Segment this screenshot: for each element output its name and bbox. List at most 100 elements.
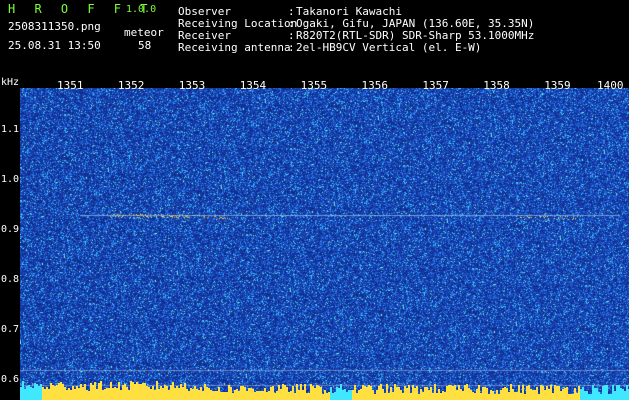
power-bar — [592, 385, 594, 400]
power-bar — [168, 390, 170, 400]
power-bar — [422, 392, 424, 400]
power-bar — [404, 386, 406, 400]
power-bar — [200, 387, 202, 400]
power-bar — [58, 383, 60, 400]
power-bar — [90, 383, 92, 400]
power-bar — [154, 390, 156, 400]
power-bar — [280, 389, 282, 400]
power-bar — [342, 390, 344, 400]
power-bar — [102, 390, 104, 400]
power-bar — [544, 390, 546, 400]
power-bar — [324, 390, 326, 400]
power-bar — [124, 384, 126, 400]
power-bar — [46, 387, 48, 400]
power-bar — [116, 388, 118, 400]
power-bar — [88, 391, 90, 400]
power-bar — [294, 393, 296, 400]
power-bar — [452, 386, 454, 400]
power-bar — [276, 391, 278, 400]
power-bar — [230, 387, 232, 400]
power-bar — [536, 387, 538, 400]
power-bar — [406, 388, 408, 400]
power-bar — [418, 394, 420, 400]
power-bar — [466, 384, 468, 400]
power-bar — [516, 392, 518, 400]
x-tick-label: 1356 — [361, 79, 389, 92]
power-bar — [472, 392, 474, 400]
power-bar — [454, 385, 456, 400]
power-bar — [98, 383, 100, 400]
power-bar — [556, 386, 558, 400]
power-bar — [502, 388, 504, 400]
power-bar — [202, 391, 204, 400]
power-bar — [548, 389, 550, 400]
power-bar — [504, 387, 506, 400]
power-bar — [118, 382, 120, 400]
power-bar — [618, 385, 620, 400]
power-bar — [462, 391, 464, 400]
power-bar — [40, 384, 42, 400]
power-bar — [52, 385, 54, 400]
spectrogram — [20, 88, 629, 400]
power-bar — [524, 394, 526, 400]
power-bar — [626, 385, 628, 400]
power-bar — [410, 393, 412, 400]
power-bar — [552, 393, 554, 400]
x-tick-label: 1358 — [483, 79, 510, 92]
x-tick-label: 1357 — [422, 79, 449, 92]
timestamp: 25.08.31 13:50 — [8, 39, 101, 52]
x-tick-label: 1400 — [597, 79, 624, 92]
power-bar — [540, 385, 542, 400]
power-bar — [292, 386, 294, 400]
power-bar — [244, 387, 246, 400]
power-bar — [566, 387, 568, 400]
power-bar — [50, 383, 52, 400]
power-bar — [64, 387, 66, 400]
power-bar — [120, 390, 122, 400]
power-bar — [122, 385, 124, 400]
power-bar — [352, 390, 354, 400]
power-bar — [478, 385, 480, 400]
power-bar — [28, 385, 30, 400]
power-bar — [484, 387, 486, 400]
power-bar — [624, 391, 626, 400]
info-value-antenna: 2el-HB9CV Vertical (el. E-W) — [296, 41, 482, 54]
power-bar — [162, 388, 164, 400]
power-bar — [72, 386, 74, 400]
meteor-label: meteor — [124, 26, 164, 39]
power-bar — [326, 393, 328, 400]
power-bar — [370, 386, 372, 400]
power-bar — [348, 390, 350, 400]
power-bar — [576, 393, 578, 400]
power-bar — [428, 390, 430, 400]
power-bar — [490, 390, 492, 400]
power-bar — [38, 386, 40, 400]
power-bar — [36, 384, 38, 400]
power-bar — [350, 390, 352, 400]
power-bar — [160, 386, 162, 400]
power-bar — [338, 388, 340, 400]
power-bar — [542, 386, 544, 400]
power-bar — [514, 392, 516, 400]
y-tick-label: 1.0 — [1, 174, 20, 185]
power-bar — [312, 386, 314, 400]
power-bar — [180, 384, 182, 400]
power-bar — [158, 389, 160, 400]
y-tick-label: 0.9 — [1, 224, 20, 235]
power-bar — [220, 392, 222, 400]
power-bar — [146, 386, 148, 400]
y-tick-label: 0.7 — [1, 324, 20, 335]
power-bar — [456, 390, 458, 400]
power-bar — [270, 387, 272, 400]
power-bar — [376, 390, 378, 400]
power-bar — [476, 389, 478, 400]
power-bar — [74, 389, 76, 400]
power-bar — [336, 387, 338, 400]
power-bar — [56, 385, 58, 400]
power-bar — [604, 385, 606, 400]
power-bars — [20, 381, 629, 400]
power-bar — [448, 385, 450, 400]
power-bar — [194, 386, 196, 400]
power-bar — [234, 390, 236, 400]
power-bar — [610, 394, 612, 400]
